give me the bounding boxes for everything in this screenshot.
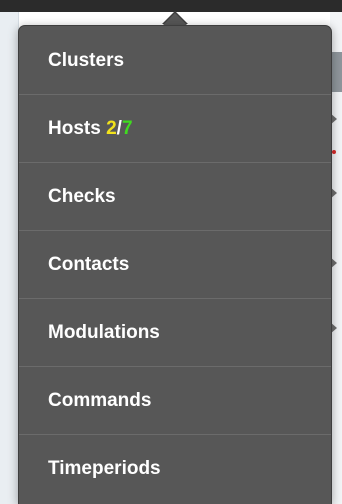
menu-item-label: Clusters	[48, 50, 125, 71]
menu-item-label: Hosts	[48, 118, 101, 139]
hosts-ok-count: 7	[121, 118, 133, 139]
menu-item-label: Timeperiods	[48, 458, 161, 479]
menu-item-label: Modulations	[48, 322, 160, 343]
menu-item-hosts[interactable]: Hosts 2/7	[19, 95, 331, 163]
page-status-dot	[332, 150, 336, 154]
dropdown-menu: Clusters Hosts 2/7 Checks Contacts Modul…	[18, 25, 332, 504]
menu-item-contacts[interactable]: Contacts	[19, 231, 331, 299]
menu-item-modulations[interactable]: Modulations	[19, 299, 331, 367]
menu-item-label: Contacts	[48, 254, 130, 275]
menu-caret	[163, 13, 187, 25]
menu-item-commands[interactable]: Commands	[19, 367, 331, 435]
menu-item-label: Commands	[48, 390, 152, 411]
menu-item-clusters[interactable]: Clusters	[19, 27, 331, 95]
hosts-warning-count: 2	[106, 118, 117, 139]
menu-item-label: Checks	[48, 186, 116, 207]
menu-item-checks[interactable]: Checks	[19, 163, 331, 231]
page-left-strip	[0, 12, 19, 504]
menu-item-timeperiods[interactable]: Timeperiods	[19, 435, 331, 503]
